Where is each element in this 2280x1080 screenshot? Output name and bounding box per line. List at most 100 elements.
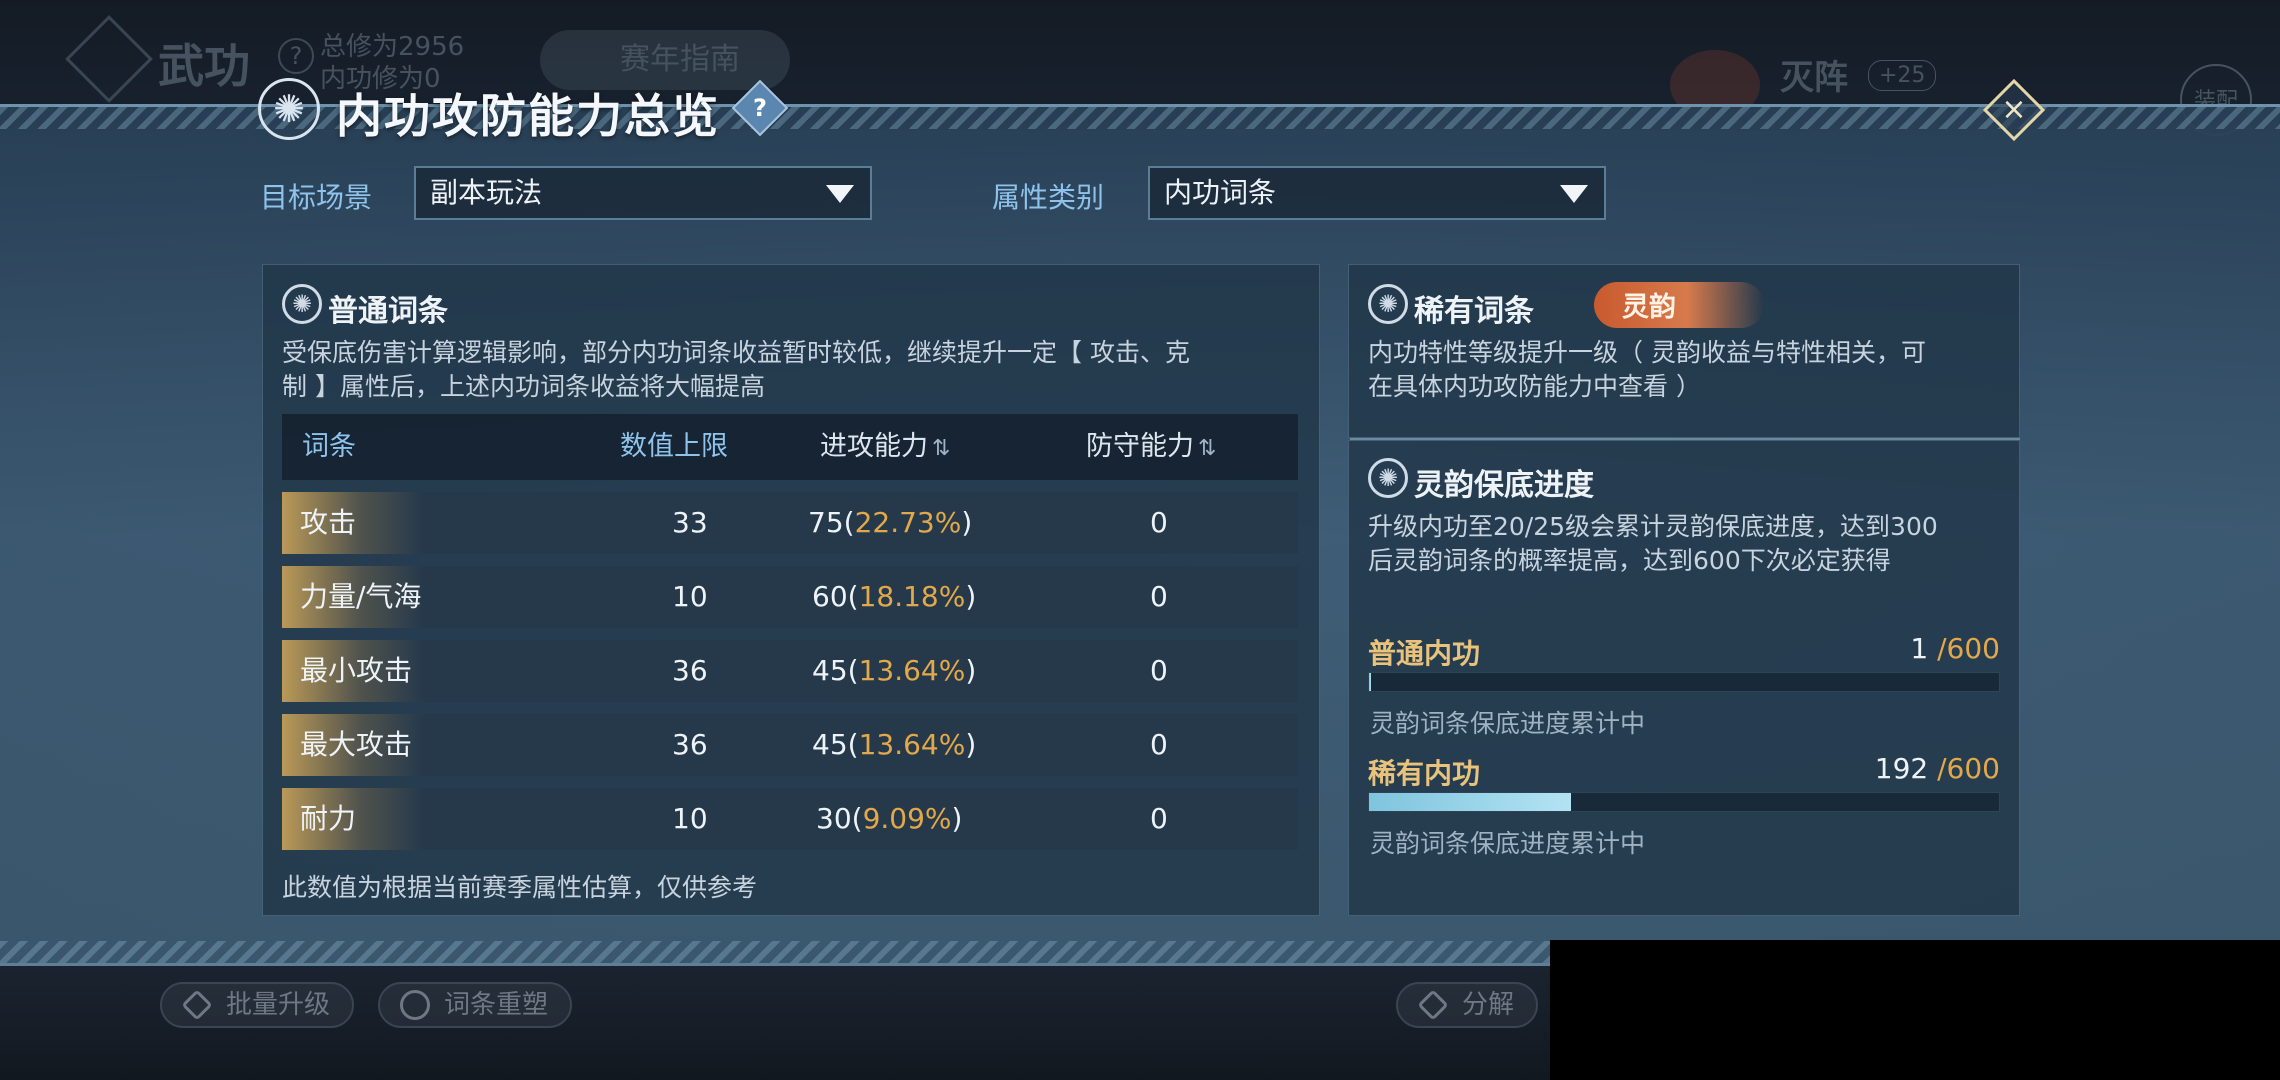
paren-open: ( bbox=[847, 580, 859, 613]
rare-entries-title: 稀有词条 bbox=[1414, 294, 1534, 329]
column-attack-sort[interactable]: 进攻能力 ⇅ bbox=[820, 414, 958, 480]
attack-percent: 9.09% bbox=[862, 802, 952, 835]
row-max: 10 bbox=[672, 580, 708, 613]
attack-value: 60 bbox=[812, 580, 848, 613]
reshape-button: 词条重塑 bbox=[378, 982, 573, 1028]
normal-progress-label: 普通内功 bbox=[1368, 637, 1481, 670]
row-defense: 0 bbox=[1150, 728, 1168, 761]
rare-entries-desc-1: 内功特性等级提升一级（ 灵韵收益与特性相关，可 bbox=[1368, 338, 1926, 367]
guarantee-desc-1: 升级内功至20/25级会累计灵韵保底进度，达到300 bbox=[1368, 512, 1938, 541]
sort-icon: ⇅ bbox=[1198, 436, 1217, 461]
chevron-down-icon bbox=[1560, 185, 1588, 203]
paren-close: ) bbox=[961, 506, 973, 539]
table-header: 词条 数值上限 进攻能力 ⇅ 防守能力 ⇅ bbox=[282, 414, 1298, 480]
row-name: 耐力 bbox=[300, 802, 357, 835]
column-name: 词条 bbox=[302, 431, 356, 462]
background-title: 武功 bbox=[158, 39, 250, 93]
row-max: 10 bbox=[672, 802, 708, 835]
paren-close: ) bbox=[965, 580, 977, 613]
attack-value: 30 bbox=[816, 802, 852, 835]
table-row: 攻击 33 75(22.73%) 0 bbox=[282, 492, 1298, 554]
paren-open: ( bbox=[847, 654, 859, 687]
scene-select[interactable]: 副本玩法 bbox=[414, 166, 872, 220]
common-entries-desc-2: 制 】属性后，上述内功词条收益将大幅提高 bbox=[282, 372, 765, 401]
background-help-icon: ? bbox=[278, 38, 314, 74]
rare-progress-value: 192 /600 bbox=[1840, 752, 2000, 785]
row-name: 最小攻击 bbox=[300, 654, 413, 687]
sort-icon: ⇅ bbox=[932, 436, 951, 461]
table-row: 最大攻击 36 45(13.64%) 0 bbox=[282, 714, 1298, 776]
column-defense-sort[interactable]: 防守能力 ⇅ bbox=[1086, 414, 1224, 480]
row-name: 最大攻击 bbox=[300, 728, 413, 761]
decompose-label: 分解 bbox=[1462, 990, 1515, 1020]
table-row: 耐力 10 30(9.09%) 0 bbox=[282, 788, 1298, 850]
pinwheel-logo-icon: ✺ bbox=[258, 78, 320, 140]
attack-value: 45 bbox=[812, 728, 848, 761]
faction-name: 灭阵 bbox=[1780, 58, 1848, 98]
common-entries-title: 普通词条 bbox=[328, 294, 448, 329]
rare-progress-current: 192 bbox=[1874, 752, 1929, 785]
attack-percent: 13.64% bbox=[858, 654, 966, 687]
lingyun-tag-badge bbox=[1594, 282, 1764, 328]
batch-upgrade-label: 批量升级 bbox=[226, 990, 331, 1020]
rare-progress-bar bbox=[1368, 792, 2000, 812]
column-attack: 进攻能力 bbox=[820, 431, 928, 462]
normal-progress-fill bbox=[1369, 673, 1371, 691]
paren-open: ( bbox=[851, 802, 863, 835]
pinwheel-icon: ✺ bbox=[282, 284, 322, 324]
row-defense: 0 bbox=[1150, 654, 1168, 687]
decompose-button: 分解 bbox=[1396, 982, 1539, 1028]
row-attack: 60(18.18%) bbox=[812, 566, 976, 628]
dialog-title: 内功攻防能力总览 bbox=[336, 89, 720, 143]
row-max: 36 bbox=[672, 728, 708, 761]
row-name: 力量/气海 bbox=[300, 580, 422, 613]
attack-percent: 18.18% bbox=[858, 580, 966, 613]
rare-progress-fill bbox=[1369, 793, 1571, 811]
paren-close: ) bbox=[965, 654, 977, 687]
paren-open: ( bbox=[847, 728, 859, 761]
attribute-label: 属性类别 bbox=[992, 181, 1105, 214]
paren-close: ) bbox=[965, 728, 977, 761]
attack-value: 45 bbox=[812, 654, 848, 687]
row-attack: 45(13.64%) bbox=[812, 640, 976, 702]
upgrade-chevron-icon bbox=[181, 989, 213, 1021]
help-icon-glyph: ? bbox=[753, 94, 767, 122]
attribute-select[interactable]: 内功词条 bbox=[1148, 166, 1606, 220]
normal-progress-value: 1 /600 bbox=[1840, 632, 2000, 665]
attack-percent: 22.73% bbox=[854, 506, 962, 539]
common-entries-desc-1: 受保底伤害计算逻辑影响，部分内功词条收益暂时较低，继续提升一定【 攻击、克 bbox=[282, 338, 1190, 367]
pinwheel-icon: ✺ bbox=[1368, 284, 1408, 324]
attack-value: 75 bbox=[808, 506, 844, 539]
row-defense: 0 bbox=[1150, 580, 1168, 613]
table-row: 最小攻击 36 45(13.64%) 0 bbox=[282, 640, 1298, 702]
normal-progress-note: 灵韵词条保底进度累计中 bbox=[1370, 709, 1646, 738]
scene-label: 目标场景 bbox=[260, 181, 373, 214]
column-defense: 防守能力 bbox=[1086, 431, 1194, 462]
close-icon-glyph: × bbox=[2001, 92, 2027, 127]
column-max: 数值上限 bbox=[620, 431, 728, 462]
reshape-label: 词条重塑 bbox=[444, 990, 549, 1020]
paren-open: ( bbox=[843, 506, 855, 539]
normal-progress-bar bbox=[1368, 672, 2000, 692]
rare-progress-max: /600 bbox=[1928, 752, 2000, 785]
row-name: 攻击 bbox=[300, 506, 357, 539]
row-attack: 45(13.64%) bbox=[812, 714, 976, 776]
row-max: 33 bbox=[672, 506, 708, 539]
faction-bonus-badge: +25 bbox=[1868, 60, 1937, 91]
rare-entries-desc-2: 在具体内功攻防能力中查看 ） bbox=[1368, 372, 1701, 401]
attribute-select-value: 内功词条 bbox=[1164, 176, 1277, 209]
table-row: 力量/气海 10 60(18.18%) 0 bbox=[282, 566, 1298, 628]
attack-percent: 13.64% bbox=[858, 728, 966, 761]
row-attack: 30(9.09%) bbox=[816, 788, 962, 850]
row-attack: 75(22.73%) bbox=[808, 492, 972, 554]
pinwheel-icon: ✺ bbox=[1368, 458, 1408, 498]
paren-close: ) bbox=[951, 802, 963, 835]
lingyun-tag-label: 灵韵 bbox=[1622, 292, 1676, 323]
normal-progress-max: /600 bbox=[1928, 632, 2000, 665]
normal-progress-current: 1 bbox=[1910, 632, 1929, 665]
row-defense: 0 bbox=[1150, 802, 1168, 835]
guarantee-desc-2: 后灵韵词条的概率提高，达到600下次必定获得 bbox=[1368, 546, 1891, 575]
batch-upgrade-button: 批量升级 bbox=[160, 982, 355, 1028]
rare-progress-label: 稀有内功 bbox=[1368, 757, 1481, 790]
refresh-icon bbox=[400, 990, 430, 1020]
